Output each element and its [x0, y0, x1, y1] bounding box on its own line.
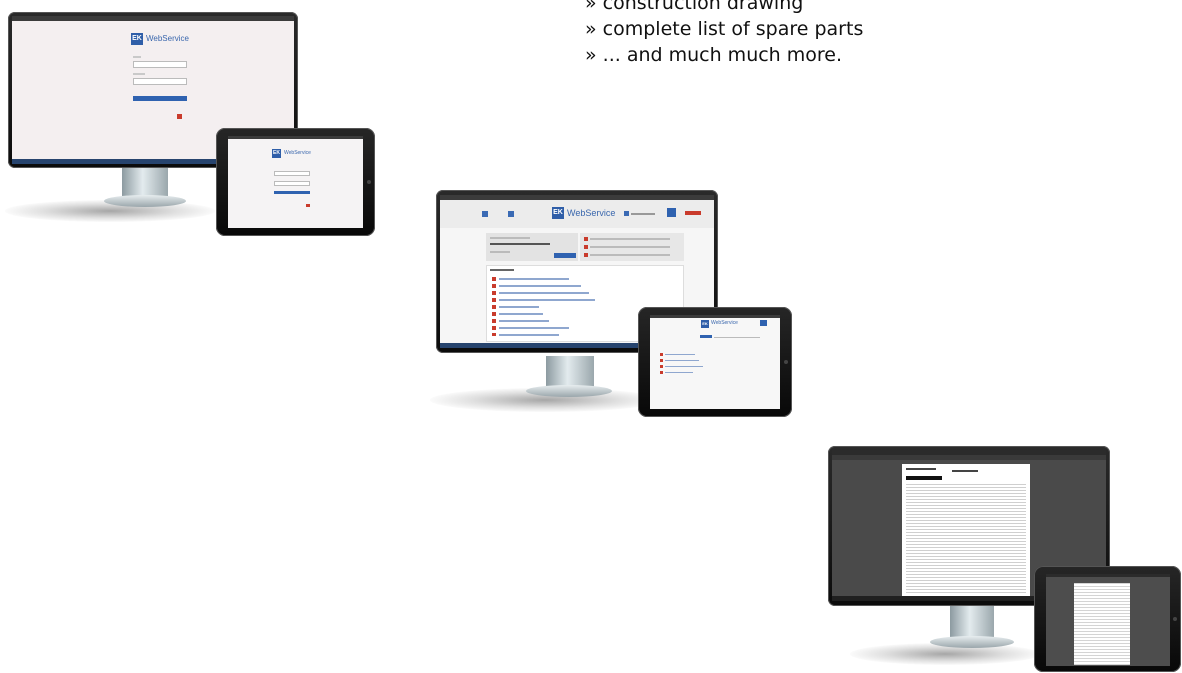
pdf-icon[interactable] — [492, 312, 496, 316]
brand-name: WebService — [284, 150, 311, 156]
login-button[interactable] — [133, 96, 187, 101]
summary-row — [714, 337, 760, 338]
ek-logo: EK — [552, 207, 564, 219]
login-tablet: EK WebService — [216, 128, 375, 236]
menu-button[interactable] — [760, 320, 767, 326]
feature-item: » complete list of spare parts — [585, 18, 864, 40]
pdf-icon[interactable] — [492, 298, 496, 302]
browser-chrome — [12, 16, 294, 21]
ek-logo: EK — [272, 149, 281, 158]
monitor-stand-base — [104, 195, 186, 207]
password-field[interactable] — [133, 78, 187, 85]
pdf-icon[interactable] — [492, 319, 496, 323]
document-link[interactable] — [665, 354, 695, 355]
brand-name: WebService — [711, 320, 738, 326]
machine-id — [490, 237, 530, 239]
flag-icon[interactable] — [177, 114, 182, 119]
document-link[interactable] — [499, 334, 559, 336]
pdf-viewer-toolbar — [832, 455, 1106, 460]
pdf-icon[interactable] — [492, 284, 496, 288]
pdf-page — [1074, 583, 1130, 665]
browser-chrome — [228, 136, 363, 139]
pdf-page — [902, 464, 1030, 598]
tablet-home-button — [367, 180, 371, 184]
username-field[interactable] — [274, 171, 310, 176]
partslist-tablet-screen — [1046, 574, 1170, 666]
info-icon[interactable] — [508, 211, 514, 217]
document-link[interactable] — [499, 327, 569, 329]
status-icon — [584, 245, 588, 249]
documents-heading — [490, 269, 514, 271]
monitor-stand-base — [526, 385, 612, 397]
document-link[interactable] — [499, 299, 595, 301]
monitor-stand-base — [930, 636, 1014, 648]
pdf-icon[interactable] — [492, 305, 496, 309]
brand-name: WebService — [567, 208, 616, 218]
pdf-icon[interactable] — [492, 291, 496, 295]
browser-chrome — [1046, 574, 1170, 577]
password-label — [133, 73, 145, 75]
login-button[interactable] — [274, 191, 310, 194]
pdf-icon[interactable] — [492, 333, 496, 336]
user-icon[interactable] — [624, 211, 629, 216]
document-link[interactable] — [499, 285, 581, 287]
document-link[interactable] — [499, 292, 589, 294]
menu-button[interactable] — [667, 208, 676, 217]
dashboard-tablet-screen: EK WebService — [650, 315, 780, 409]
user-name — [631, 213, 655, 215]
feature-item: » construction drawing — [585, 0, 804, 14]
language-flags[interactable] — [685, 211, 701, 215]
summary-row — [590, 254, 670, 256]
pdf-icon[interactable] — [660, 353, 663, 356]
redacted-block — [906, 476, 942, 480]
status-icon — [584, 253, 588, 257]
pdf-icon[interactable] — [660, 371, 663, 374]
document-link[interactable] — [665, 366, 703, 367]
pdf-icon[interactable] — [660, 359, 663, 362]
document-title — [906, 468, 936, 470]
tablet-home-button — [784, 360, 788, 364]
login-tablet-screen: EK WebService — [228, 136, 363, 228]
summary-row — [590, 246, 670, 248]
browser-chrome — [650, 315, 780, 318]
parts-table — [906, 484, 1026, 594]
action-button[interactable] — [700, 335, 712, 338]
action-button[interactable] — [554, 253, 576, 258]
pdf-icon[interactable] — [492, 277, 496, 281]
ek-logo: EK — [701, 320, 709, 328]
summary-row — [590, 238, 670, 240]
status-icon — [584, 237, 588, 241]
flag-icon[interactable] — [306, 204, 310, 207]
home-icon[interactable] — [482, 211, 488, 217]
dashboard-tablet: EK WebService — [638, 307, 792, 417]
password-field[interactable] — [274, 181, 310, 186]
document-heading — [952, 470, 978, 472]
ek-logo: EK — [131, 33, 143, 45]
tablet-home-button — [1173, 617, 1177, 621]
monitor-stand-neck — [122, 163, 168, 199]
username-field[interactable] — [133, 61, 187, 68]
document-link[interactable] — [665, 372, 693, 373]
document-link[interactable] — [665, 360, 699, 361]
document-link[interactable] — [499, 320, 549, 322]
machine-model — [490, 243, 550, 245]
pdf-icon[interactable] — [492, 326, 496, 330]
document-link[interactable] — [499, 306, 539, 308]
document-link[interactable] — [499, 278, 569, 280]
brand-name: WebService — [146, 34, 189, 43]
machine-meta — [490, 251, 510, 253]
document-link[interactable] — [499, 313, 543, 315]
username-label — [133, 56, 141, 58]
pdf-icon[interactable] — [660, 365, 663, 368]
feature-item: » ... and much much more. — [585, 44, 843, 66]
feature-list: » construction drawing » complete list o… — [585, 0, 863, 68]
partslist-tablet — [1034, 566, 1181, 672]
